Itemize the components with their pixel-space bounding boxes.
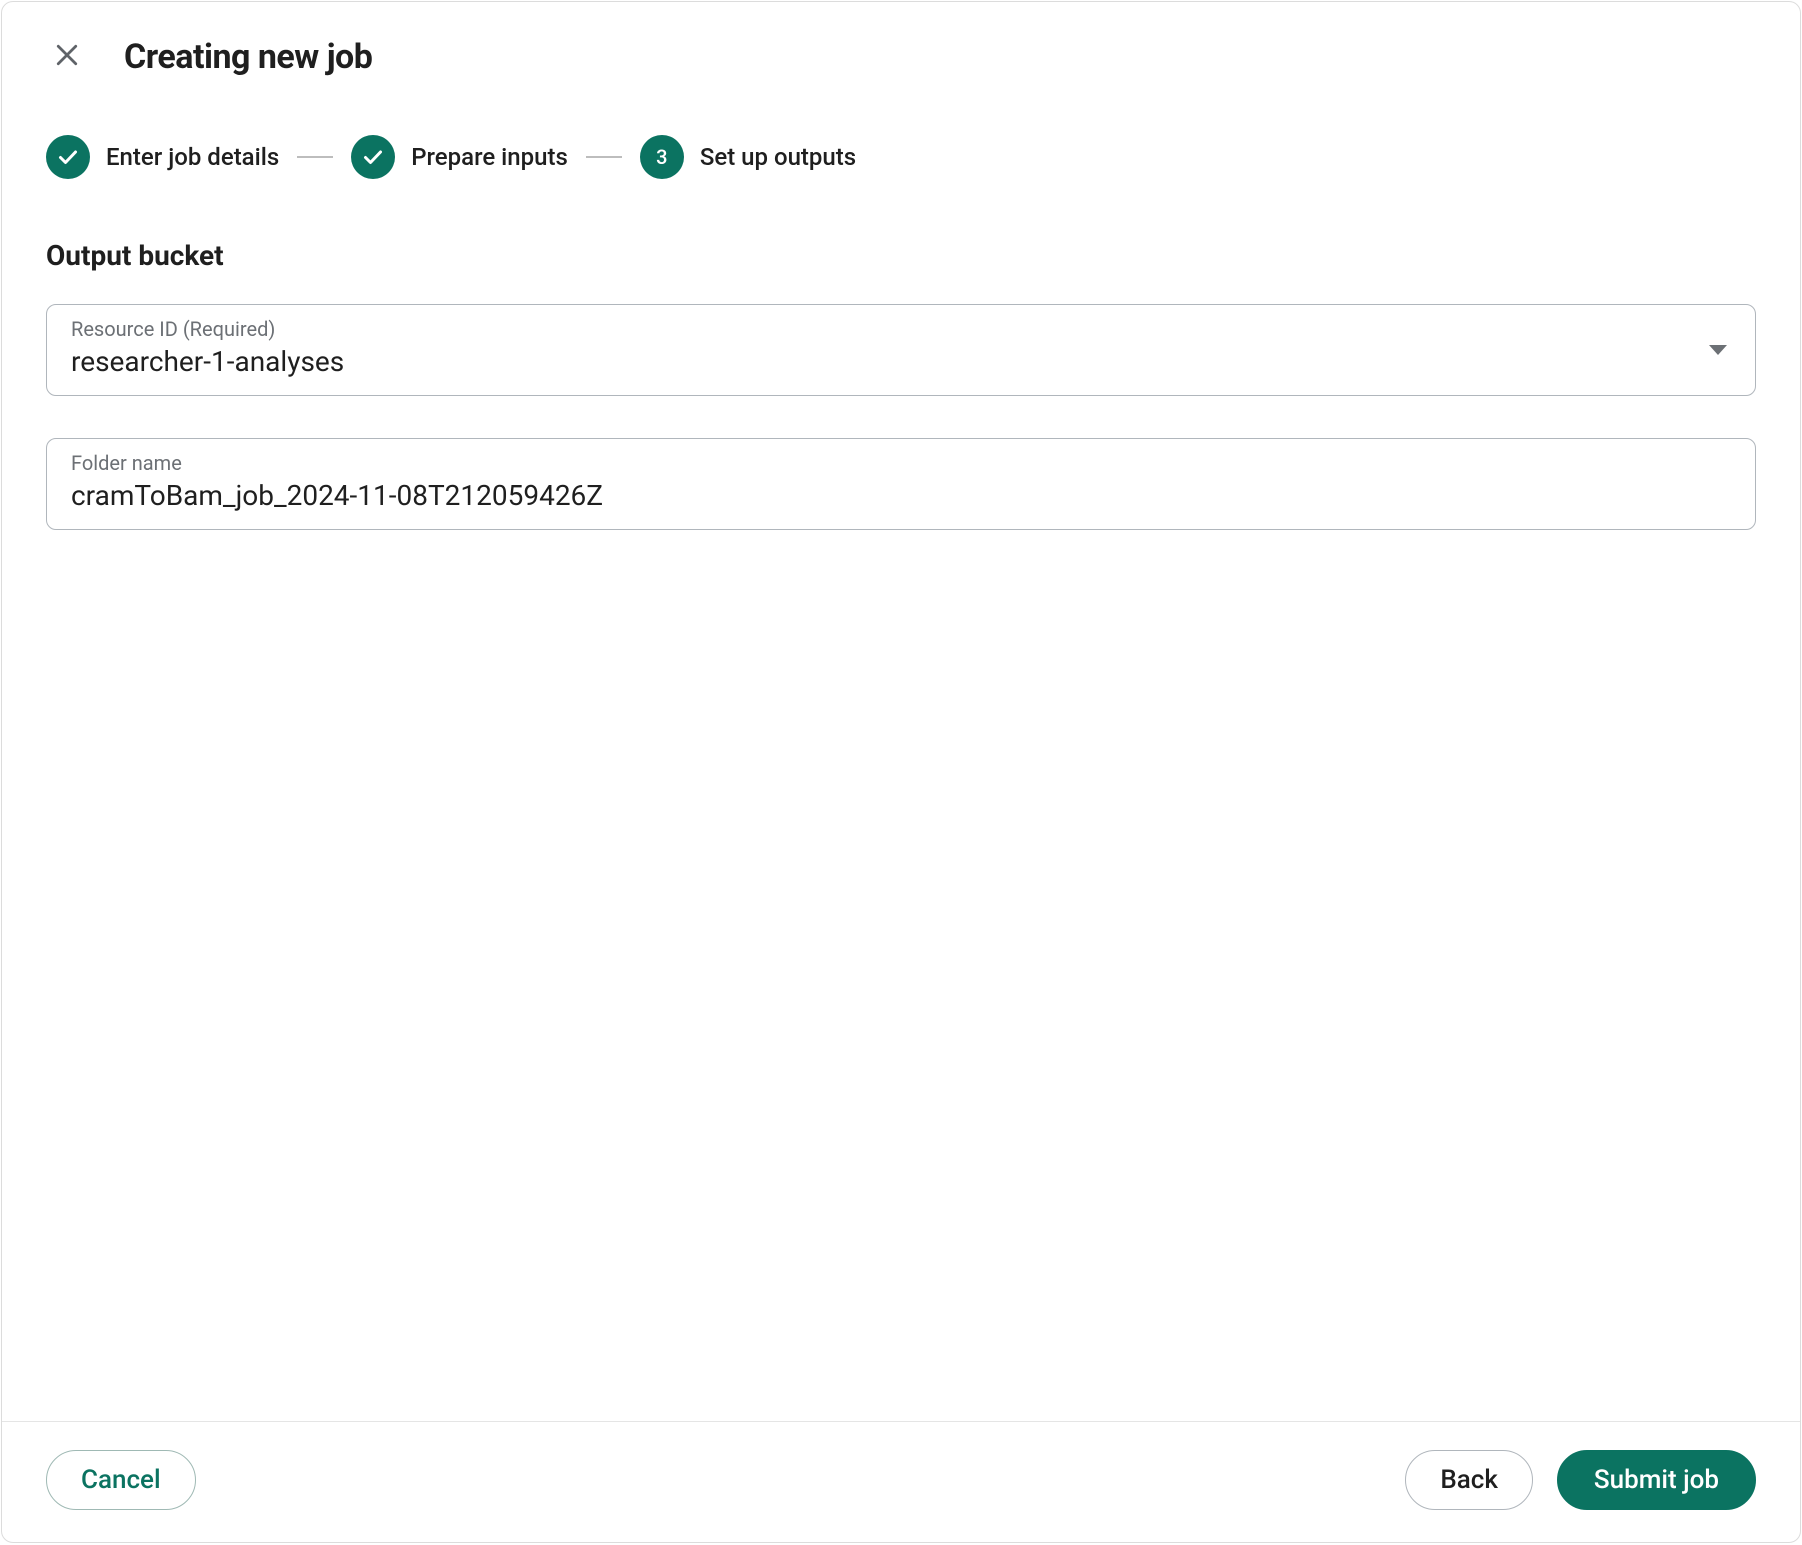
field-value: researcher-1-analyses	[71, 343, 1731, 381]
check-icon	[351, 135, 395, 179]
folder-name-input[interactable]	[71, 477, 1731, 515]
dialog-title: Creating new job	[124, 37, 372, 77]
field-label: Folder name	[71, 451, 1731, 475]
section-title-output-bucket: Output bucket	[2, 209, 1800, 292]
step-connector	[586, 156, 622, 158]
dialog-footer: Cancel Back Submit job	[2, 1421, 1800, 1542]
close-icon	[52, 40, 82, 73]
step-label: Prepare inputs	[411, 143, 568, 171]
dialog-header: Creating new job	[2, 2, 1800, 99]
chevron-down-icon	[1709, 345, 1727, 355]
create-job-dialog: Creating new job Enter job details Prepa…	[1, 1, 1801, 1543]
step-connector	[297, 156, 333, 158]
step-set-up-outputs[interactable]: 3 Set up outputs	[640, 135, 856, 179]
close-button[interactable]	[46, 34, 88, 79]
cancel-button[interactable]: Cancel	[46, 1450, 196, 1510]
submit-job-button[interactable]: Submit job	[1557, 1450, 1756, 1510]
check-icon	[46, 135, 90, 179]
folder-name-field[interactable]: Folder name	[46, 438, 1756, 530]
resource-id-select[interactable]: Resource ID (Required) researcher-1-anal…	[46, 304, 1756, 396]
step-label: Enter job details	[106, 143, 279, 171]
step-prepare-inputs[interactable]: Prepare inputs	[351, 135, 568, 179]
back-button[interactable]: Back	[1405, 1450, 1533, 1510]
step-enter-job-details[interactable]: Enter job details	[46, 135, 279, 179]
footer-actions-right: Back Submit job	[1405, 1450, 1756, 1510]
stepper: Enter job details Prepare inputs 3 Set u…	[2, 99, 1800, 209]
output-bucket-fields: Resource ID (Required) researcher-1-anal…	[2, 292, 1800, 542]
field-label: Resource ID (Required)	[71, 317, 1731, 341]
step-label: Set up outputs	[700, 143, 856, 171]
step-number-badge: 3	[640, 135, 684, 179]
